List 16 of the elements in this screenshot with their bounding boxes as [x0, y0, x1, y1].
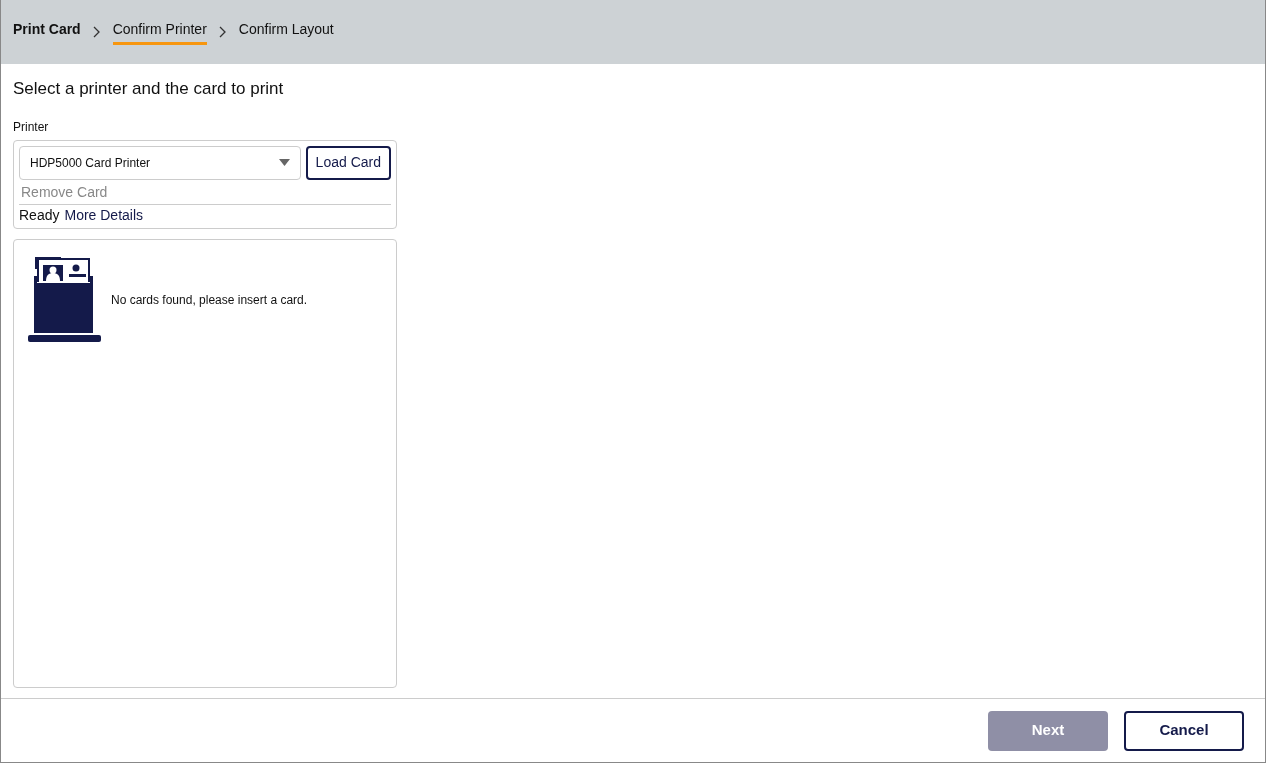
empty-message: No cards found, please insert a card.: [111, 291, 308, 309]
chevron-right-icon: [92, 26, 101, 38]
breadcrumb-item[interactable]: Confirm Printer: [112, 19, 207, 45]
printer-label: Printer: [13, 118, 50, 136]
printer-dropdown[interactable]: HDP5000 Card Printer: [19, 145, 301, 180]
printer-name: HDP5000 Card Printer: [30, 154, 151, 172]
load-card-button[interactable]: Load Card: [305, 145, 391, 180]
printer-status: Ready: [19, 205, 60, 225]
cancel-button[interactable]: Cancel: [1124, 710, 1244, 751]
chevron-right-icon: [218, 26, 227, 38]
card-printer-icon: [28, 256, 101, 343]
dropdown-caret-icon: [278, 159, 290, 166]
more-details-link[interactable]: More Details: [64, 204, 144, 226]
page-heading: Select a printer and the card to print: [13, 78, 285, 100]
breadcrumb-item[interactable]: Print Card: [13, 19, 81, 45]
breadcrumb-item[interactable]: Confirm Layout: [238, 19, 334, 45]
